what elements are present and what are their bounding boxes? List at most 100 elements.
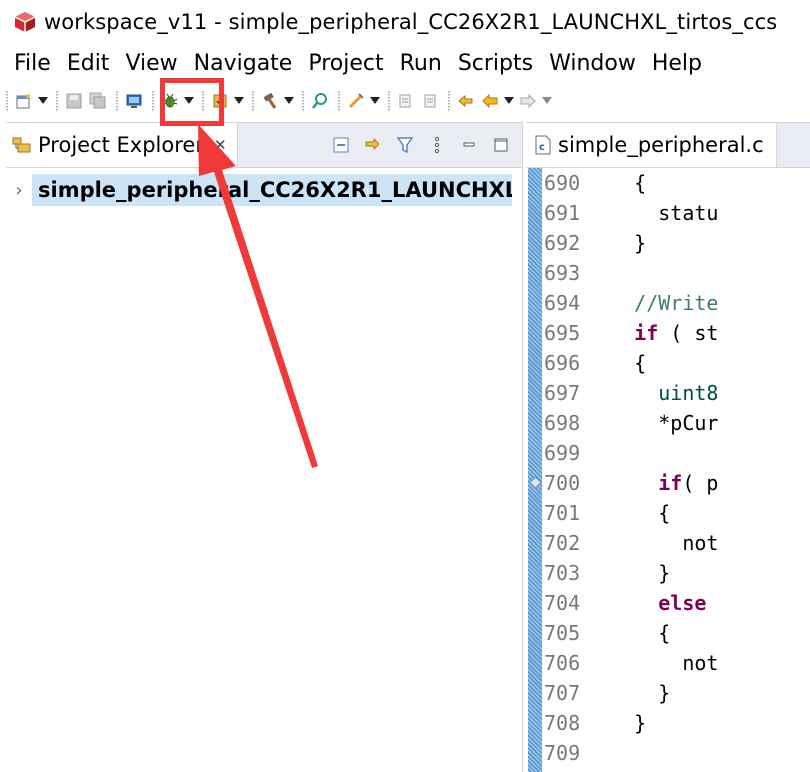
code-line[interactable]: 691 statu [526, 198, 810, 228]
line-number: 699 [544, 441, 581, 465]
code-fragment: ( st [658, 321, 719, 345]
code-line[interactable]: 700 if( p [526, 468, 810, 498]
project-explorer-label: Project Explorer [38, 133, 204, 157]
toggle-button[interactable] [418, 89, 442, 113]
c-file-icon: c [535, 135, 551, 155]
chevron-down-icon [504, 97, 514, 104]
code-line[interactable]: 697 uint8 [526, 378, 810, 408]
pen-dropdown[interactable] [368, 89, 382, 113]
code-line[interactable]: 690 { [526, 168, 810, 198]
code-text: } [586, 561, 670, 585]
code-line[interactable]: 706 not [526, 648, 810, 678]
document-icon [424, 94, 436, 108]
link-with-editor-button[interactable] [362, 134, 384, 156]
link-with-editor-icon [365, 137, 380, 151]
code-line[interactable]: 703 } [526, 558, 810, 588]
code-text: not [586, 531, 718, 555]
code-line[interactable]: 694 //Write [526, 288, 810, 318]
minimize-button[interactable] [458, 134, 480, 156]
menu-help[interactable]: Help [644, 51, 710, 76]
code-line[interactable]: 701 { [526, 498, 810, 528]
code-line[interactable]: 698 *pCur [526, 408, 810, 438]
menu-navigate[interactable]: Navigate [186, 51, 301, 76]
code-text: if( p [586, 471, 718, 495]
tree-item-project[interactable]: › RTSC simple_peripheral_CC26X2R1_LAUNCH… [6, 174, 522, 206]
toolbar-separator [338, 91, 340, 111]
pen-button[interactable] [344, 89, 368, 113]
code-fragment: *pCur [586, 411, 719, 435]
code-line[interactable]: 709 [526, 738, 810, 768]
code-line[interactable]: 705 { [526, 618, 810, 648]
menu-view[interactable]: View [117, 51, 185, 76]
collapse-all-icon [333, 137, 349, 153]
menu-window[interactable]: Window [541, 51, 644, 76]
pen-icon [348, 93, 364, 109]
code-line[interactable]: 695 if ( st [526, 318, 810, 348]
menu-file[interactable]: File [0, 51, 59, 76]
menu-edit[interactable]: Edit [59, 51, 118, 76]
toolbar-separator [56, 91, 58, 111]
code-text: { [586, 501, 670, 525]
terminal-button[interactable] [122, 89, 146, 113]
new-icon [16, 93, 31, 109]
edit-icon [399, 94, 411, 108]
code-line[interactable]: 702 not [526, 528, 810, 558]
code-fragment: } [586, 561, 671, 585]
project-label: simple_peripheral_CC26X2R1_LAUNCHXL_tirt… [38, 178, 512, 202]
code-line[interactable]: 708 } [526, 708, 810, 738]
close-icon[interactable]: ✕ [214, 136, 227, 154]
tab-simple-peripheral-c[interactable]: c simple_peripheral.c [526, 123, 777, 167]
tab-project-explorer[interactable]: Project Explorer ✕ [6, 123, 238, 167]
line-number: 697 [544, 381, 581, 405]
menu-run[interactable]: Run [392, 51, 450, 76]
save-button[interactable] [62, 89, 86, 113]
code-line[interactable]: 699 [526, 438, 810, 468]
maximize-button[interactable] [490, 134, 512, 156]
code-line[interactable]: 693 [526, 258, 810, 288]
forward-arrow-icon [520, 93, 536, 109]
view-menu-button[interactable] [426, 134, 448, 156]
code-line[interactable]: 704 else [526, 588, 810, 618]
back-dropdown[interactable] [502, 89, 516, 113]
menu-scripts[interactable]: Scripts [450, 51, 541, 76]
ccs-logo-icon [14, 12, 36, 32]
expander-icon[interactable]: › [6, 180, 32, 201]
edit-button[interactable] [394, 89, 418, 113]
build-dropdown[interactable] [282, 89, 296, 113]
forward-dropdown[interactable] [540, 89, 554, 113]
editor-tab-label: simple_peripheral.c [558, 133, 764, 157]
menu-bar: File Edit View Navigate Project Run Scri… [0, 44, 810, 82]
search-icon [312, 93, 327, 109]
code-line[interactable]: 692 } [526, 228, 810, 258]
toolbar-separator [6, 91, 8, 111]
line-number: 703 [544, 561, 581, 585]
code-line[interactable]: 696 { [526, 348, 810, 378]
line-number: 698 [544, 411, 581, 435]
collapse-all-button[interactable] [330, 134, 352, 156]
flash-dropdown[interactable] [232, 89, 246, 113]
breakpoint-marker-icon[interactable] [530, 477, 541, 488]
line-number: 702 [544, 531, 581, 555]
search-button[interactable] [308, 89, 332, 113]
comment-text: //Write [586, 291, 719, 315]
line-number: 707 [544, 681, 581, 705]
code-text: uint8 [586, 381, 718, 405]
forward-button[interactable] [516, 89, 540, 113]
new-button[interactable] [12, 89, 36, 113]
filter-icon [396, 137, 414, 154]
toolbar-separator [152, 91, 154, 111]
new-dropdown[interactable] [36, 89, 50, 113]
code-line[interactable]: 707 } [526, 678, 810, 708]
filter-button[interactable] [394, 134, 416, 156]
build-button[interactable] [258, 89, 282, 113]
code-fragment: ( p [682, 471, 719, 495]
save-all-button[interactable] [86, 89, 110, 113]
code-editor[interactable]: 690 {691 statu 692 } 693 694 //Write 695 if … [526, 168, 810, 772]
back-button[interactable] [478, 89, 502, 113]
code-text: not [586, 651, 718, 675]
prev-annotation-button[interactable] [454, 89, 478, 113]
project-explorer-panel: Project Explorer ✕ › simple_peripheral_C… [6, 122, 523, 772]
menu-project[interactable]: Project [300, 51, 391, 76]
tree-item-selected[interactable]: RTSC simple_peripheral_CC26X2R1_LAUNCHXL… [32, 174, 512, 206]
